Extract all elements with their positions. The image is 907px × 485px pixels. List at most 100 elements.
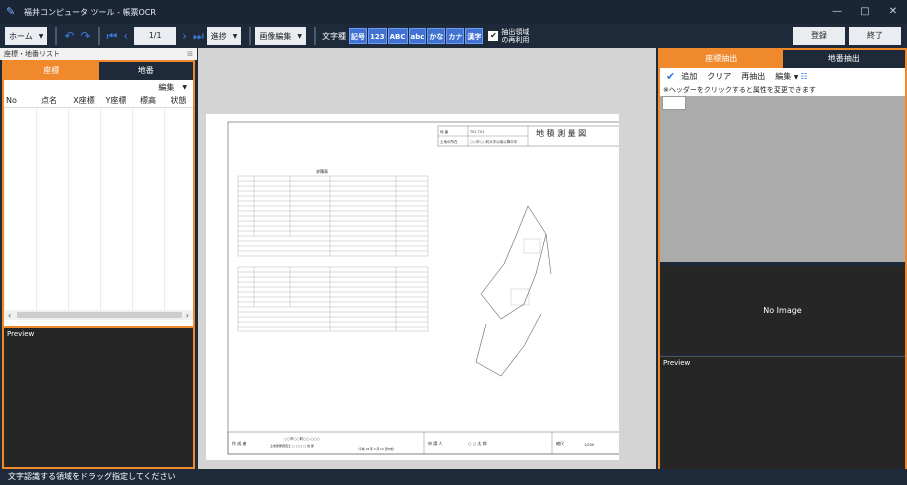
col-x[interactable]: X座標 [68, 94, 100, 107]
right-panel: 座標抽出 地番抽出 ✔ 追加 クリア 再抽出 編集 ▼ ☷ ※ヘッダーをクリック… [658, 48, 907, 469]
status-bar: 文字認識する領域をドラッグ指定してください [0, 469, 907, 485]
reextract-button[interactable]: 再抽出 [741, 71, 765, 82]
pin-icon[interactable]: ⊞ [187, 48, 193, 60]
maximize-button[interactable]: □ [851, 0, 879, 24]
area-table-2 [237, 266, 429, 332]
next-page-icon[interactable]: › [182, 29, 187, 43]
clear-button[interactable]: クリア [707, 71, 731, 82]
prev-page-icon[interactable]: ‹ [123, 29, 128, 43]
char-chip-symbol[interactable]: 記号 [349, 28, 368, 44]
table-title: 求積表 [316, 168, 328, 174]
main-toolbar: ホーム ▼ ↶ ↷ ⏮ ‹ 1/1 › ⏭ 進捗 ▼ 画像編集 ▼ 文字種 記号… [0, 24, 907, 48]
col-status[interactable]: 状態 [164, 94, 193, 107]
parcel-plot [475, 205, 552, 377]
scroll-thumb[interactable] [17, 312, 182, 318]
left-panel: 座標・地番リスト ⊞ 座標 地番 編集 ▼ No 点名 X座標 Y座標 標高 状… [0, 48, 197, 469]
char-chip-kanji[interactable]: 漢字 [465, 28, 484, 44]
toolbar-separator [249, 27, 252, 45]
progress-label: 進捗 [210, 31, 227, 41]
minimize-button[interactable]: — [823, 0, 851, 24]
title-bar: ✎ 福井コンピュータ ツール - 帳票OCR — □ ✕ [0, 0, 907, 24]
scroll-left-icon[interactable]: ‹ [8, 311, 11, 320]
author-address: ○○市○○町○○-○○○ [284, 436, 320, 441]
left-panel-header: 座標・地番リスト ⊞ [0, 48, 197, 60]
applicant-label: 申 請 人 [428, 440, 443, 446]
document-viewer[interactable]: 地 番 T01 T01 土地の所在 ○○市○○町大字以後以降中中 地 積 測 量… [198, 48, 656, 469]
extract-toolbar: ✔ 追加 クリア 再抽出 編集 ▼ ☷ [660, 68, 905, 84]
coordinate-list: 座標 地番 編集 ▼ No 点名 X座標 Y座標 標高 状態 ‹ › Previ… [2, 60, 195, 469]
right-preview-label: Preview [663, 359, 691, 367]
col-elevation[interactable]: 標高 [132, 94, 164, 107]
page-indicator[interactable]: 1/1 [134, 27, 177, 45]
chevron-down-icon: ▼ [232, 32, 238, 40]
left-preview: Preview [4, 326, 193, 467]
tab-lot-number[interactable]: 地番 [98, 62, 193, 80]
toolbar-right: 登録 終了 [789, 27, 901, 45]
pen-icon: ✎ [6, 5, 16, 18]
right-preview: Preview [660, 356, 905, 469]
right-edit-dropdown[interactable]: 編集 ▼ [775, 71, 798, 82]
extract-table[interactable] [660, 96, 905, 262]
home-dropdown[interactable]: ホーム ▼ [5, 27, 48, 45]
survey-drawing: 地 番 T01 T01 土地の所在 ○○市○○町大字以後以降中中 地 積 測 量… [227, 121, 623, 455]
last-page-icon[interactable]: ⏭ [193, 29, 204, 44]
close-button[interactable]: ✕ [879, 0, 907, 24]
first-page-icon[interactable]: ⏮ [107, 29, 118, 44]
add-button[interactable]: 追加 [681, 71, 697, 82]
reuse-label: 抽出領域 の再利用 [501, 28, 529, 44]
char-chip-katakana[interactable]: カナ [446, 28, 465, 44]
settings-list-icon[interactable]: ☷ [800, 72, 807, 81]
reuse-label-line1: 抽出領域 [501, 28, 530, 36]
left-edit-label: 編集 [158, 82, 175, 92]
left-panel-title: 座標・地番リスト [4, 50, 60, 58]
document-title: 地 積 測 量 図 [536, 128, 586, 138]
created-date: (平成 18 年 3 月 10 日作成) [358, 447, 394, 451]
horizontal-scrollbar[interactable]: ‹ › [4, 310, 193, 320]
chevron-down-icon: ▼ [38, 32, 44, 40]
undo-icon[interactable]: ↶ [64, 29, 74, 43]
char-chip-upper[interactable]: ABC [387, 28, 408, 44]
char-chip-hiragana[interactable]: かな [427, 28, 446, 44]
checkmark-icon[interactable]: ✔ [666, 70, 675, 83]
window-controls: — □ ✕ [823, 0, 907, 24]
redo-icon[interactable]: ↷ [80, 29, 90, 43]
table-header-cell[interactable] [662, 96, 686, 110]
reuse-label-line2: の再利用 [501, 36, 530, 44]
col-y[interactable]: Y座標 [100, 94, 132, 107]
chevron-down-icon: ▼ [182, 83, 187, 91]
applicant-name: ○ ○ 太 郎 [468, 440, 487, 446]
scale-value: 1/200 [584, 443, 594, 447]
chevron-down-icon: ▼ [793, 73, 799, 81]
reuse-checkbox[interactable]: ✔ [488, 31, 499, 41]
toolbar-separator [314, 27, 317, 45]
col-point-name[interactable]: 点名 [30, 94, 68, 107]
window-title: 福井コンピュータ ツール - 帳票OCR [24, 7, 156, 17]
exit-button[interactable]: 終了 [849, 27, 901, 45]
scale-label: 縮尺 [556, 440, 564, 446]
no-image-label: No Image [763, 305, 802, 315]
area-table-1 [237, 175, 429, 257]
register-button[interactable]: 登録 [793, 27, 845, 45]
header-label-2: 土地の所在 [440, 139, 458, 144]
col-no[interactable]: No [4, 94, 30, 107]
scroll-right-icon[interactable]: › [186, 311, 189, 320]
toolbar-separator [55, 27, 58, 45]
progress-dropdown[interactable]: 進捗 ▼ [206, 27, 242, 45]
header-value-1: T01 T01 [469, 130, 484, 134]
image-edit-dropdown[interactable]: 画像編集 ▼ [255, 27, 307, 45]
right-edit-label: 編集 [775, 71, 792, 81]
document-page[interactable]: 地 番 T01 T01 土地の所在 ○○市○○町大字以後以降中中 地 積 測 量… [206, 114, 623, 460]
tab-coordinates[interactable]: 座標 [4, 62, 99, 80]
tab-coordinate-extract[interactable]: 座標抽出 [660, 50, 783, 68]
char-chip-number[interactable]: 123 [368, 28, 387, 44]
header-value-2: ○○市○○町大字以後以降中中 [470, 139, 518, 144]
header-label-1: 地 番 [440, 129, 449, 134]
right-tabs: 座標抽出 地番抽出 [660, 50, 905, 68]
tab-lot-extract[interactable]: 地番抽出 [782, 50, 905, 68]
grid-body[interactable] [4, 108, 193, 310]
chevron-down-icon: ▼ [297, 32, 303, 40]
char-chip-lower[interactable]: abc [408, 28, 427, 44]
home-label: ホーム [9, 31, 33, 41]
image-edit-label: 画像編集 [259, 31, 292, 41]
left-edit-dropdown[interactable]: 編集 ▼ [4, 80, 193, 94]
